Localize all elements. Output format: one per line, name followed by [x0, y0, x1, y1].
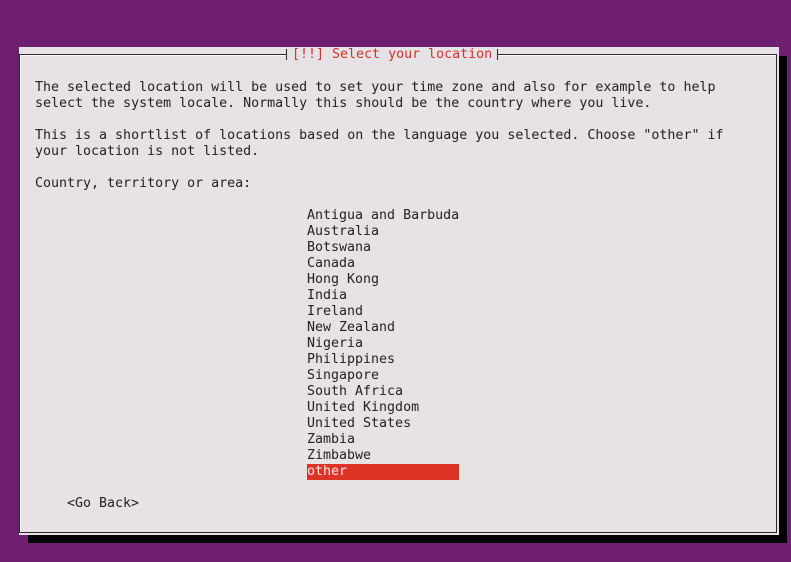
location-item[interactable]: Zambia [307, 432, 459, 448]
location-item[interactable]: United Kingdom [307, 400, 459, 416]
location-item[interactable]: Zimbabwe [307, 448, 459, 464]
location-item[interactable]: Hong Kong [307, 272, 459, 288]
go-back-button[interactable]: <Go Back> [67, 496, 139, 512]
select-location-dialog: [!!] Select your location The selected l… [19, 47, 779, 535]
location-item[interactable]: Australia [307, 224, 459, 240]
location-item[interactable]: Nigeria [307, 336, 459, 352]
location-item-other[interactable]: other [307, 464, 459, 480]
country-prompt-label: Country, territory or area: [35, 176, 252, 191]
intro-text: The selected location will be used to se… [35, 80, 715, 112]
location-item[interactable]: Antigua and Barbuda [307, 208, 459, 224]
dialog-title: [!!] Select your location [286, 47, 499, 63]
location-item[interactable]: United States [307, 416, 459, 432]
location-item[interactable]: Philippines [307, 352, 459, 368]
shortlist-line-1: This is a shortlist of locations based o… [35, 128, 724, 143]
location-item[interactable]: Singapore [307, 368, 459, 384]
location-item[interactable]: South Africa [307, 384, 459, 400]
intro-line-1: The selected location will be used to se… [35, 80, 716, 95]
installer-screen: [!!] Select your location The selected l… [0, 0, 791, 562]
intro-line-2: select the system locale. Normally this … [35, 96, 652, 111]
shortlist-line-2: your location is not listed. [35, 144, 260, 159]
location-item[interactable]: Ireland [307, 304, 459, 320]
location-item[interactable]: Canada [307, 256, 459, 272]
location-list[interactable]: Antigua and Barbuda Australia Botswana Cana… [307, 208, 459, 480]
location-item[interactable]: India [307, 288, 459, 304]
location-item[interactable]: New Zealand [307, 320, 459, 336]
shortlist-text: This is a shortlist of locations based o… [35, 128, 723, 160]
location-item[interactable]: Botswana [307, 240, 459, 256]
